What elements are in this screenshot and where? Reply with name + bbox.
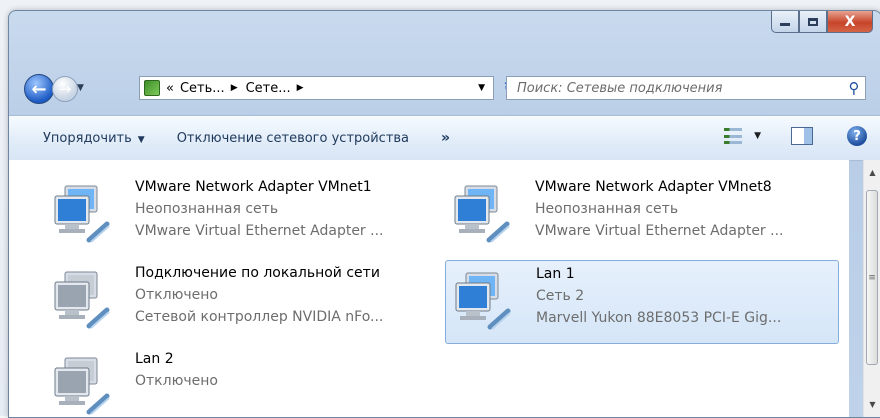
breadcrumb-overflow[interactable]: « (166, 81, 174, 96)
list-item[interactable]: VMware Network Adapter VMnet1 Неопознанна… (45, 174, 439, 258)
organize-label: Упорядочить (43, 130, 132, 146)
network-adapter-icon (51, 182, 117, 248)
adapter-texts: Подключение по локальной сети Отключено Се… (135, 262, 383, 328)
minimize-button[interactable] (771, 11, 799, 33)
address-bar[interactable]: « Сеть... ▶ Сете... ▶ ▼ (139, 76, 494, 100)
caption-buttons: X (771, 11, 873, 35)
minimize-icon (780, 23, 790, 26)
scroll-thumb[interactable]: ≡ (866, 190, 878, 365)
network-adapter-icon (51, 268, 117, 334)
adapter-status: Неопознанная сеть (135, 201, 279, 217)
close-icon: X (844, 13, 856, 30)
organize-menu-button[interactable]: Упорядочить ▼ (43, 131, 145, 146)
breadcrumb-item[interactable]: Сете... (246, 81, 291, 96)
network-connections-icon (144, 80, 160, 96)
adapter-device: Marvell Yukon 88E8053 PCI-E Gig... (536, 310, 782, 326)
adapter-device: VMware Virtual Ethernet Adapter ... (135, 223, 384, 239)
adapter-device: VMware Virtual Ethernet Adapter ... (535, 223, 784, 239)
more-commands-button[interactable]: » (441, 130, 450, 146)
list-item[interactable]: Lan 1 Сеть 2 Marvell Yukon 88E8053 PCI-E G… (445, 260, 839, 344)
network-adapter-icon (452, 269, 518, 335)
breadcrumb-separator-icon[interactable]: ▶ (231, 83, 238, 93)
forward-button[interactable]: → (52, 76, 78, 102)
view-options-dropdown-icon[interactable]: ▼ (754, 131, 761, 141)
list-item[interactable]: VMware Network Adapter VMnet8 Неопознанна… (445, 174, 839, 258)
search-box[interactable]: ⚲ (506, 76, 866, 100)
forward-arrow-icon: → (58, 80, 72, 98)
adapter-name: Подключение по локальной сети (135, 265, 380, 281)
preview-pane-icon[interactable] (791, 127, 813, 145)
adapter-device: Сетевой контроллер NVIDIA nFo... (135, 309, 384, 325)
disable-device-button[interactable]: Отключение сетевого устройства (177, 131, 409, 146)
adapter-name: Lan 2 (135, 351, 174, 367)
maximize-button[interactable] (799, 11, 827, 33)
search-input[interactable] (515, 79, 843, 97)
adapter-status: Неопознанная сеть (535, 201, 679, 217)
list-item[interactable]: Подключение по локальной сети Отключено Се… (45, 260, 439, 344)
scroll-up-icon[interactable]: ▲ (864, 164, 880, 181)
adapter-status: Отключено (135, 373, 218, 389)
scroll-down-icon[interactable]: ▼ (864, 396, 880, 413)
vertical-scrollbar[interactable]: ▲ ≡ ▼ (863, 160, 880, 417)
search-icon[interactable]: ⚲ (843, 79, 865, 97)
back-button[interactable]: ← (24, 74, 54, 104)
address-row: ← → ▼ « Сеть... ▶ Сете... ▶ ▼ ↻ ⚲ (9, 71, 880, 105)
adapter-texts: VMware Network Adapter VMnet8 Неопознанна… (535, 176, 784, 242)
adapter-status: Сеть 2 (536, 288, 585, 304)
adapter-status: Отключено (135, 287, 218, 303)
network-adapter-icon (51, 354, 117, 417)
change-view-icon[interactable] (724, 128, 743, 144)
explorer-window: X ← → ▼ « Сеть... ▶ Сете... ▶ ▼ ↻ ⚲ Упор… (8, 10, 880, 418)
breadcrumb-item[interactable]: Сеть... (180, 81, 225, 96)
command-bar: Упорядочить ▼ Отключение сетевого устройс… (9, 115, 880, 161)
adapter-name: VMware Network Adapter VMnet1 (135, 179, 372, 195)
close-button[interactable]: X (827, 11, 873, 33)
view-controls: ▼ ? (724, 126, 867, 146)
adapter-name: VMware Network Adapter VMnet8 (535, 179, 772, 195)
maximize-icon (808, 17, 818, 26)
adapter-texts: Lan 1 Сеть 2 Marvell Yukon 88E8053 PCI-E G… (536, 263, 781, 329)
connections-list: VMware Network Adapter VMnet1 Неопознанна… (9, 160, 849, 417)
address-dropdown-icon[interactable]: ▼ (478, 83, 485, 93)
adapter-texts: VMware Network Adapter VMnet1 Неопознанна… (135, 176, 384, 242)
adapter-name: Lan 1 (536, 266, 575, 282)
chevron-down-icon: ▼ (137, 134, 145, 145)
list-item[interactable]: Lan 2 Отключено (45, 346, 439, 417)
back-arrow-icon: ← (31, 78, 47, 100)
recent-pages-dropdown[interactable]: ▼ (77, 83, 84, 93)
breadcrumb-separator-icon[interactable]: ▶ (297, 83, 304, 93)
network-adapter-icon (451, 182, 517, 248)
help-icon[interactable]: ? (847, 126, 867, 146)
adapter-texts: Lan 2 Отключено (135, 348, 218, 392)
